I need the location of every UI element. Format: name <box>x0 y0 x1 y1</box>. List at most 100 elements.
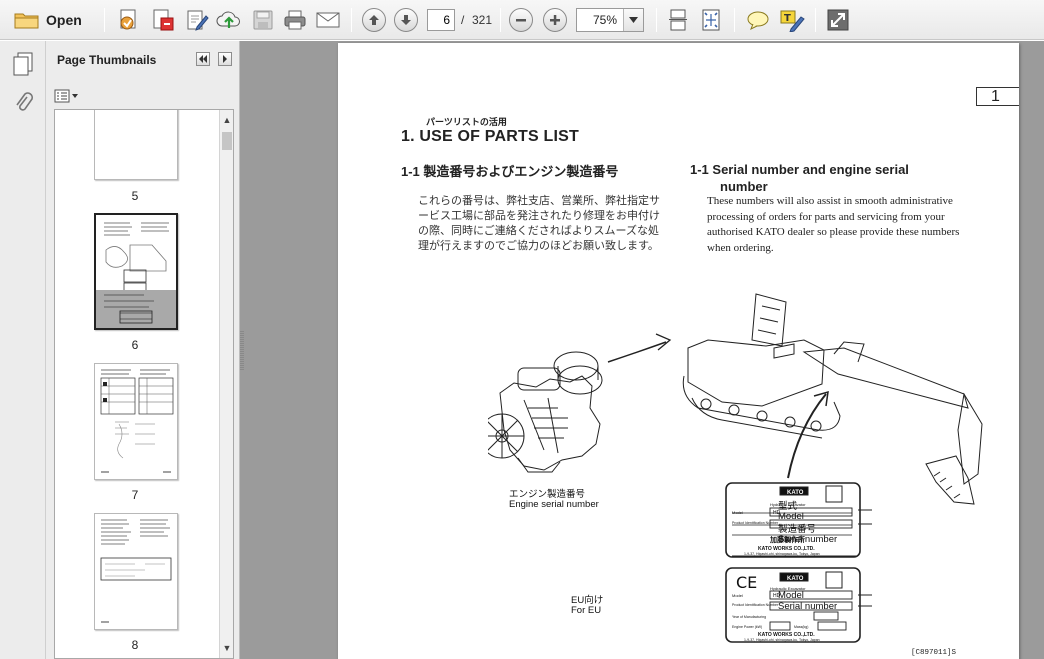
pencil-page-icon <box>187 10 209 31</box>
thumbnail-scrollbar[interactable]: ▲ ▼ <box>219 110 233 658</box>
page-thumbnails-tab[interactable] <box>12 51 34 80</box>
eu-plate-address: 1-9-37, Higashi-ohi, shinagawa-ku, Tokyo… <box>744 638 820 642</box>
open-label: Open <box>46 12 82 28</box>
panel-splitter[interactable] <box>240 331 245 371</box>
eu-model-label: Model <box>778 590 804 601</box>
upload-button[interactable] <box>216 7 242 33</box>
thumbnail-page-8-preview <box>100 519 172 623</box>
jp-body-text: これらの番号は、弊社支店、営業所、弊社指定サービス工場に部品を発注されたり修理を… <box>418 194 660 252</box>
minus-icon <box>516 19 526 22</box>
toolbar: Open 6 / 321 75% T <box>0 0 1044 40</box>
chevron-right-icon <box>223 55 227 63</box>
thumbnail-options-button[interactable] <box>54 88 80 104</box>
next-page-button[interactable] <box>394 7 418 33</box>
scrollbar-thumb[interactable] <box>222 132 232 150</box>
create-pdf-button[interactable] <box>116 7 142 33</box>
document-viewer[interactable]: 1 パーツリストの活用 1. USE OF PARTS LIST 1-1 製造番… <box>240 41 1044 659</box>
thumbnail-page-7[interactable] <box>94 363 178 480</box>
thumbnail-panel: Page Thumbnails 5 6 7 8 ▲ ▼ <box>46 41 240 659</box>
navigation-pane-strip <box>0 41 46 659</box>
page-number-input[interactable] <box>427 9 455 31</box>
thumbnail-label: 8 <box>131 638 139 652</box>
thumbnail-page-7-preview <box>100 369 174 473</box>
create-pdf-icon <box>120 9 136 30</box>
thumbnail-page-6[interactable] <box>94 213 178 330</box>
eu-plate-mass: Mass(kg) <box>794 625 808 629</box>
thumbnail-page-8[interactable] <box>94 513 178 630</box>
serial-label-en: Serial number <box>778 534 838 545</box>
model-label-en: Model <box>778 511 804 522</box>
options-menu-icon <box>54 89 78 103</box>
excavator-drawing <box>682 293 983 505</box>
eu-label-en: For EU <box>571 605 602 616</box>
page-separator: / <box>461 13 465 27</box>
section-title: 1. USE OF PARTS LIST <box>401 128 579 145</box>
close-panel-button[interactable] <box>218 52 232 66</box>
zoom-select[interactable]: 75% <box>576 8 644 32</box>
thumbnail-label: 5 <box>131 189 139 203</box>
scroll-down-icon[interactable]: ▼ <box>220 640 233 656</box>
thumbnail-page-6-preview <box>96 215 176 328</box>
excavator-illustration: KATO Hydraulic Excavator Model HD Produc… <box>488 293 983 643</box>
paperclip-icon <box>16 92 34 111</box>
folder-icon <box>14 13 39 29</box>
plate-model-field: Model <box>732 510 743 515</box>
eu-plate-brand: KATO <box>787 576 804 582</box>
pages-icon <box>13 52 33 76</box>
expand-icon <box>827 9 849 31</box>
save-icon <box>253 10 273 30</box>
full-screen-button[interactable] <box>825 7 851 33</box>
zoom-value: 75% <box>592 13 617 27</box>
combine-files-button[interactable] <box>150 7 176 33</box>
page-number-tab: 1 <box>976 87 1019 106</box>
attachments-tab[interactable] <box>14 91 34 118</box>
svg-text:T: T <box>784 13 791 24</box>
plate-address: 1-9-37, Higashi-ohi, shinagawa-ku, Tokyo… <box>744 552 820 556</box>
open-button[interactable]: Open <box>14 7 82 33</box>
thumbnail-label: 6 <box>131 338 139 352</box>
en-body-text: These numbers will also assist in smooth… <box>707 195 960 254</box>
eu-plate-model-field: Model <box>732 593 743 598</box>
thumbnail-page-5[interactable] <box>94 110 178 180</box>
edit-button[interactable] <box>184 7 210 33</box>
fit-page-icon <box>702 9 720 31</box>
jp-subtitle: パーツリストの活用 <box>426 117 507 127</box>
highlighter-icon: T <box>780 10 805 32</box>
plate-product-id: Product Identification Number <box>732 521 779 525</box>
highlight-text-button[interactable]: T <box>779 7 805 33</box>
thumbnail-label: 7 <box>131 488 139 502</box>
jp-subsection-heading: 1-1 製造番号およびエンジン製造番号 <box>401 164 619 179</box>
comment-button[interactable] <box>745 7 771 33</box>
plus-icon <box>550 15 560 25</box>
zoom-in-button[interactable] <box>543 7 567 33</box>
cloud-upload-icon <box>216 11 240 28</box>
scrolling-mode-button[interactable] <box>666 7 690 33</box>
double-chevron-left-icon <box>199 55 207 63</box>
ce-mark: CE <box>736 573 757 592</box>
engine-drawing <box>488 351 603 473</box>
previous-page-button[interactable] <box>362 7 386 33</box>
chevron-down-icon[interactable] <box>623 9 643 31</box>
page-scroll-icon <box>669 9 687 31</box>
pdf-file-icon <box>153 9 174 31</box>
envelope-icon <box>316 12 340 28</box>
fit-page-button[interactable] <box>698 7 724 33</box>
arrow-down-icon <box>401 15 411 25</box>
save-button[interactable] <box>250 7 276 33</box>
eu-plate-product-id: Product Identification Number <box>732 603 779 607</box>
panel-title: Page Thumbnails <box>57 53 157 67</box>
zoom-out-button[interactable] <box>509 7 533 33</box>
speech-bubble-icon <box>747 11 769 31</box>
eu-plate-engine-power: Engine Power (kW) <box>732 625 762 629</box>
print-button[interactable] <box>282 7 308 33</box>
plate-brand: KATO <box>787 490 804 496</box>
en-subsection-heading: 1-1 Serial number and engine serial numb… <box>690 162 909 194</box>
thumbnail-list: 5 6 7 8 ▲ ▼ <box>54 109 234 659</box>
eu-serial-label: Serial number <box>778 601 838 612</box>
total-pages: 321 <box>472 13 493 27</box>
footer-code: [C897011]S <box>911 649 957 657</box>
email-button[interactable] <box>314 7 342 33</box>
collapse-panel-button[interactable] <box>196 52 210 66</box>
scroll-up-icon[interactable]: ▲ <box>220 112 233 128</box>
eu-plate-year: Year of Manufacturing <box>732 615 766 619</box>
